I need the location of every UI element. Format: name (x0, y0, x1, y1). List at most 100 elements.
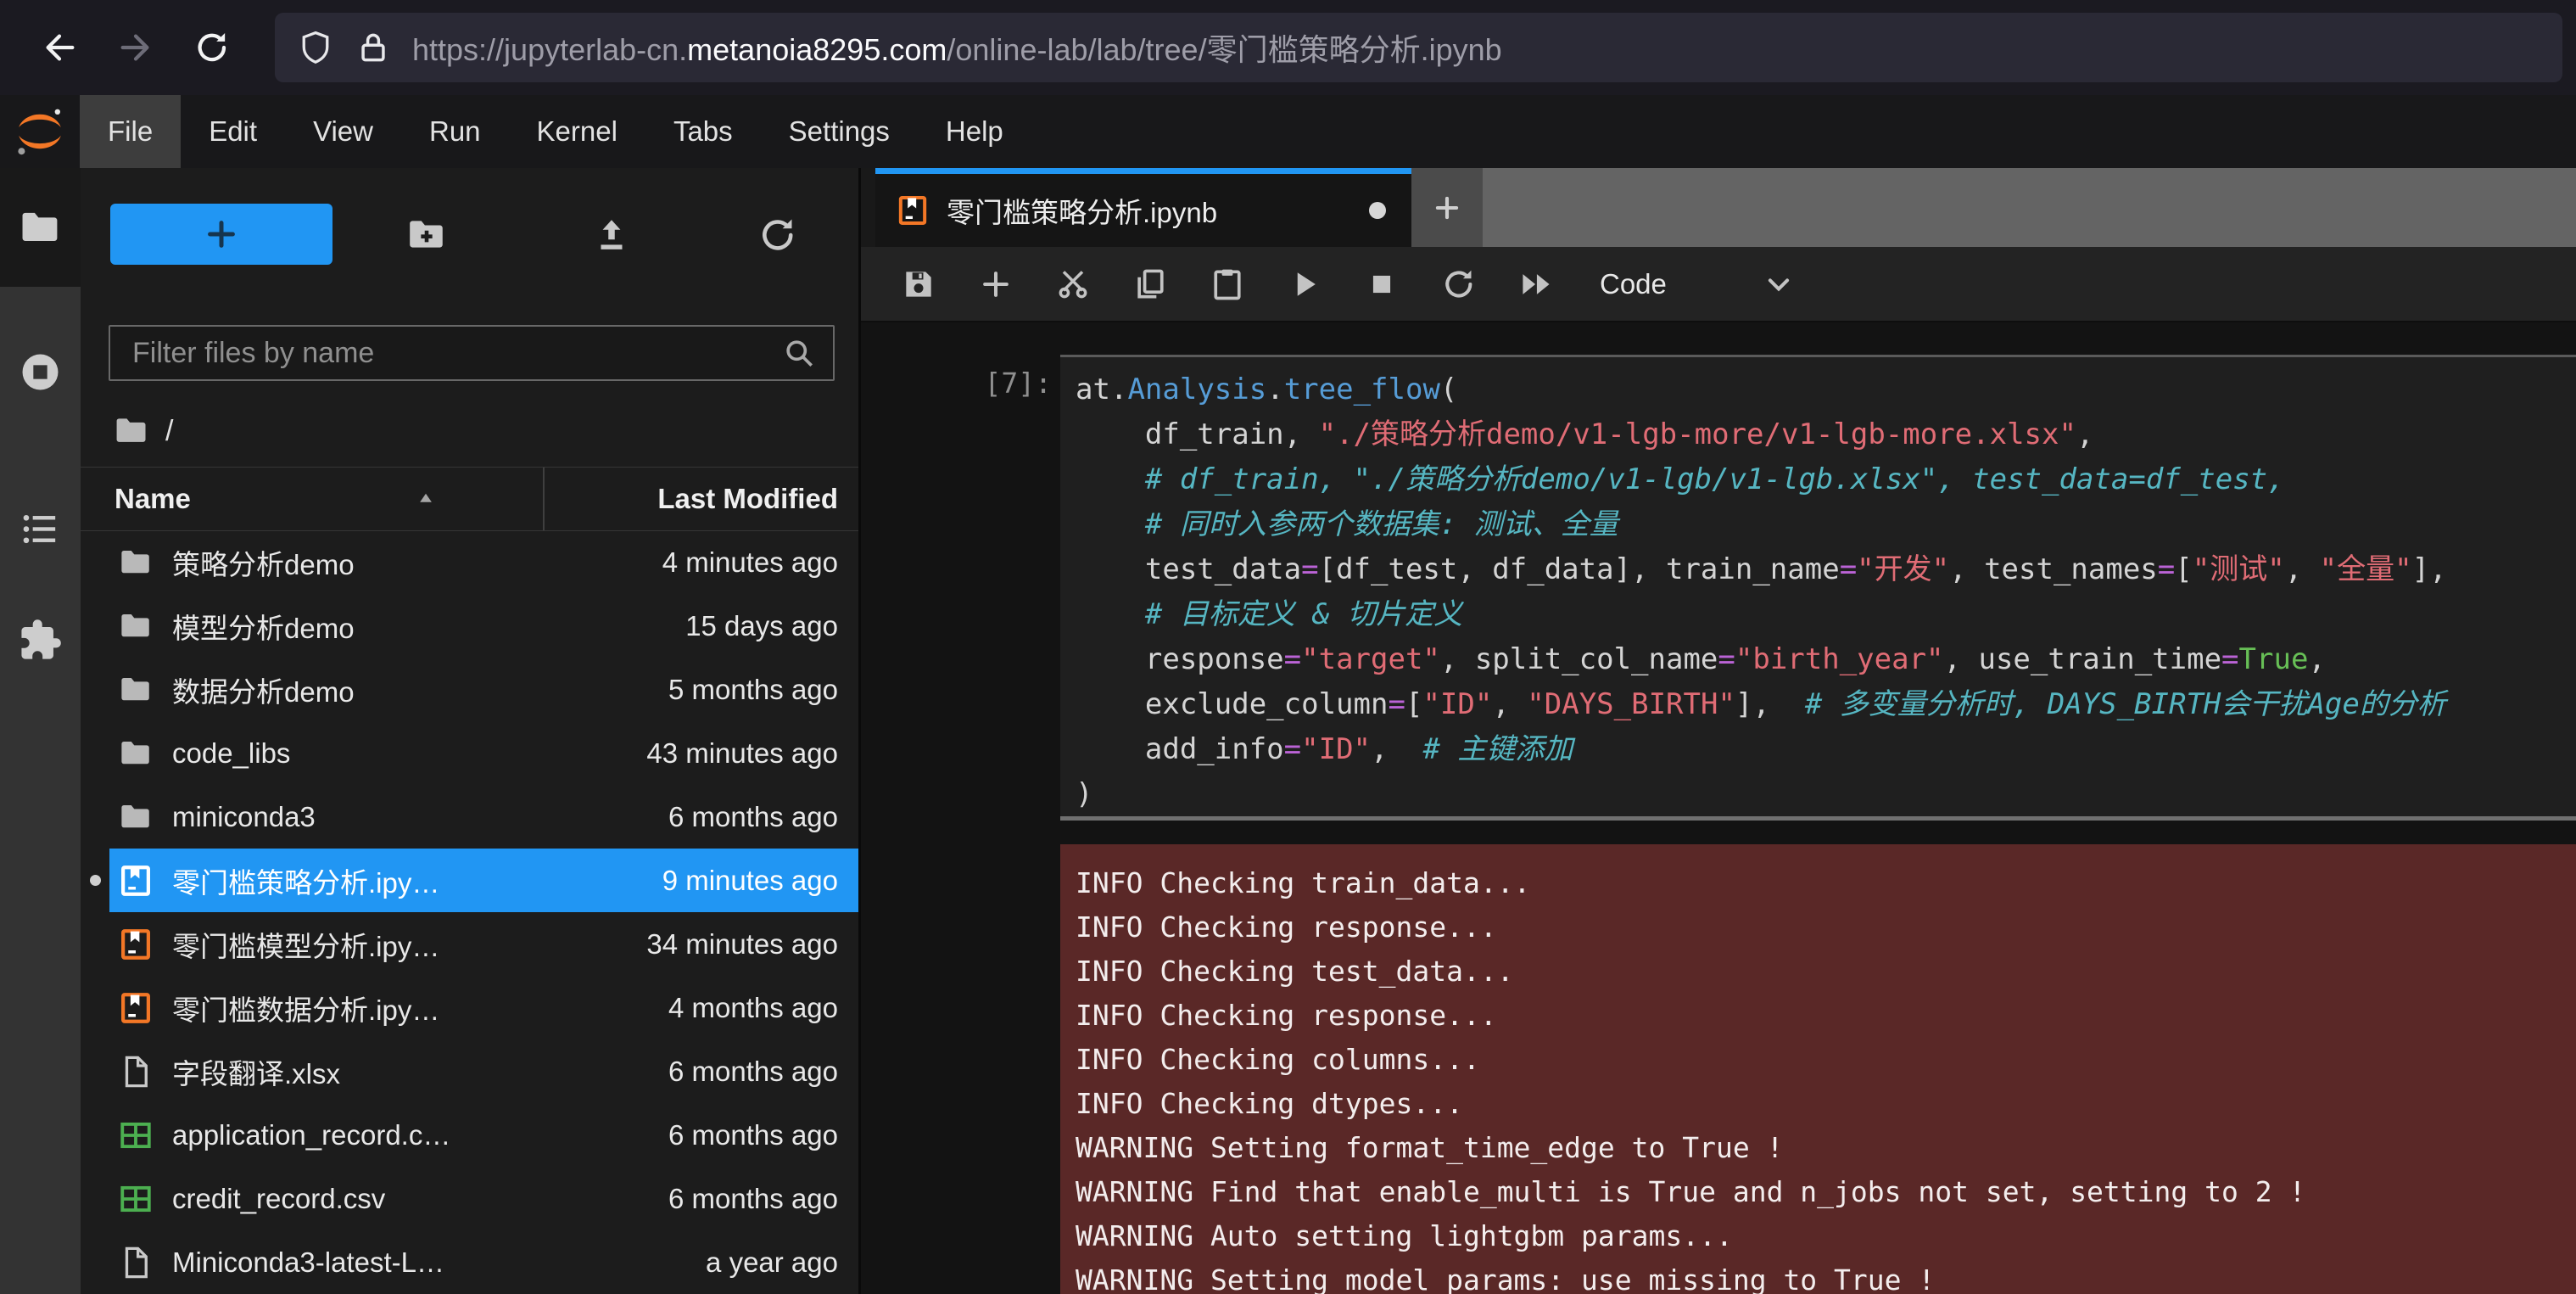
new-folder-button[interactable] (405, 214, 448, 256)
folder-icon (113, 412, 150, 450)
save-button[interactable] (880, 246, 957, 322)
output-line: WARNING Setting model params: use_missin… (1076, 1258, 2576, 1294)
paste-button[interactable] (1188, 246, 1266, 322)
file-name: 模型分析demo (172, 606, 685, 647)
file-row-inner: credit_record.csv6 months ago (109, 1167, 858, 1230)
run-button[interactable] (1266, 246, 1343, 322)
file-row[interactable]: 零门槛策略分析.ipy…9 minutes ago (81, 849, 858, 912)
notebook-icon (118, 863, 154, 899)
file-row-inner: 零门槛数据分析.ipy…4 months ago (109, 976, 858, 1039)
csv-icon (118, 1181, 154, 1217)
column-header-modified[interactable]: Last Modified (657, 468, 838, 530)
file-name: miniconda3 (172, 801, 668, 833)
column-header-name[interactable]: Name (115, 468, 191, 530)
url-bar[interactable]: https://jupyterlab-cn.metanoia8295.com/o… (275, 13, 2562, 82)
file-row-inner: 策略分析demo4 minutes ago (109, 530, 858, 594)
tab-notebook[interactable]: 零门槛策略分析.ipynb (875, 168, 1411, 247)
file-row[interactable]: credit_record.csv6 months ago (81, 1167, 858, 1230)
copy-button[interactable] (1111, 246, 1188, 322)
chevron-down-icon[interactable] (1760, 266, 1797, 303)
menu-help[interactable]: Help (918, 95, 1031, 168)
csv-icon (118, 1118, 154, 1153)
file-modified: 4 months ago (668, 992, 838, 1024)
back-button[interactable] (32, 20, 87, 75)
file-row[interactable]: 策略分析demo4 minutes ago (81, 530, 858, 594)
folder-icon (118, 736, 154, 771)
browser-toolbar: https://jupyterlab-cn.metanoia8295.com/o… (0, 0, 2576, 95)
menu-file[interactable]: File (80, 95, 181, 168)
menu-tabs[interactable]: Tabs (645, 95, 761, 168)
cut-button[interactable] (1034, 246, 1111, 322)
file-row[interactable]: 零门槛模型分析.ipy…34 minutes ago (81, 912, 858, 976)
activity-bar (0, 168, 81, 1294)
url-text: https://jupyterlab-cn.metanoia8295.com/o… (412, 25, 1502, 70)
cut-icon (1054, 266, 1092, 303)
output-line: WARNING Setting format_time_edge to True… (1076, 1126, 2576, 1170)
code-line: test_data=[df_test, df_data], train_name… (1076, 547, 2576, 592)
file-row[interactable]: 零门槛数据分析.ipy…4 months ago (81, 976, 858, 1039)
breadcrumb[interactable]: / (113, 407, 173, 455)
filter-files-input[interactable] (110, 337, 780, 370)
copy-icon (1132, 266, 1169, 303)
stop-button[interactable] (1343, 246, 1420, 322)
file-row[interactable]: code_libs43 minutes ago (81, 721, 858, 785)
browser-nav (0, 20, 239, 75)
file-row[interactable]: 字段翻译.xlsx6 months ago (81, 1039, 858, 1103)
unsaved-changes-icon[interactable] (1364, 197, 1391, 224)
file-row[interactable]: miniconda36 months ago (81, 785, 858, 849)
menu-list: FileEditViewRunKernelTabsSettingsHelp (80, 95, 1031, 168)
cell-type-dropdown[interactable]: Code (1600, 268, 1667, 300)
file-row[interactable]: Miniconda3-latest-L…a year ago (81, 1230, 858, 1294)
refresh-button[interactable] (757, 214, 799, 256)
tab-bar-filler (1483, 168, 2576, 247)
file-row[interactable]: 数据分析demo5 months ago (81, 658, 858, 721)
new-launcher-button[interactable] (110, 204, 332, 265)
url-security-icons (297, 29, 412, 66)
add-cell-button[interactable] (957, 246, 1034, 322)
restart-button[interactable] (1420, 246, 1497, 322)
url-domain: metanoia8295.com (687, 32, 947, 67)
file-name: 策略分析demo (172, 542, 662, 583)
file-list-header: Name Last Modified (81, 467, 858, 531)
upload-icon (590, 214, 633, 256)
notebook-icon (118, 927, 154, 962)
puzzle-icon (18, 618, 63, 663)
sidebar-tab-stop-circle[interactable] (18, 350, 63, 395)
back-icon (40, 28, 79, 67)
file-row-inner: Miniconda3-latest-L…a year ago (109, 1230, 858, 1294)
tab-bar: 零门槛策略分析.ipynb (861, 168, 2576, 247)
forward-button[interactable] (109, 20, 163, 75)
menu-kernel[interactable]: Kernel (509, 95, 645, 168)
notebook-icon (896, 193, 930, 227)
file-row[interactable]: 模型分析demo15 days ago (81, 594, 858, 658)
upload-button[interactable] (590, 214, 633, 256)
file-name: 零门槛数据分析.ipy… (172, 988, 668, 1028)
sidebar-tab-toc[interactable] (18, 507, 63, 552)
file-row[interactable]: application_record.c…6 months ago (81, 1103, 858, 1167)
menu-view[interactable]: View (285, 95, 401, 168)
code-cell-editor[interactable]: at.Analysis.tree_flow( df_train, "./策略分析… (1060, 355, 2576, 821)
code-line: at.Analysis.tree_flow( (1076, 367, 2576, 412)
file-modified: 34 minutes ago (646, 928, 838, 961)
file-icon (118, 1245, 154, 1280)
file-name: 零门槛模型分析.ipy… (172, 924, 646, 965)
stop-icon (1363, 266, 1400, 303)
file-modified: 9 minutes ago (662, 865, 838, 897)
new-tab-button[interactable] (1411, 168, 1483, 247)
sidebar-tab-folder[interactable] (18, 205, 63, 250)
reload-button[interactable] (185, 20, 239, 75)
file-name: credit_record.csv (172, 1183, 668, 1215)
code-line: df_train, "./策略分析demo/v1-lgb-more/v1-lgb… (1076, 412, 2576, 457)
sidebar-tab-puzzle[interactable] (18, 618, 63, 663)
menu-settings[interactable]: Settings (761, 95, 918, 168)
menu-run[interactable]: Run (401, 95, 509, 168)
menu-edit[interactable]: Edit (181, 95, 285, 168)
run-all-icon (1517, 266, 1555, 303)
file-row-inner: application_record.c…6 months ago (109, 1103, 858, 1167)
file-row-inner: 零门槛策略分析.ipy…9 minutes ago (109, 849, 858, 912)
run-all-button[interactable] (1497, 246, 1574, 322)
file-modified: 15 days ago (685, 610, 838, 642)
output-line: INFO Checking response... (1076, 994, 2576, 1038)
file-modified: 6 months ago (668, 1056, 838, 1088)
folder-icon (118, 545, 154, 580)
